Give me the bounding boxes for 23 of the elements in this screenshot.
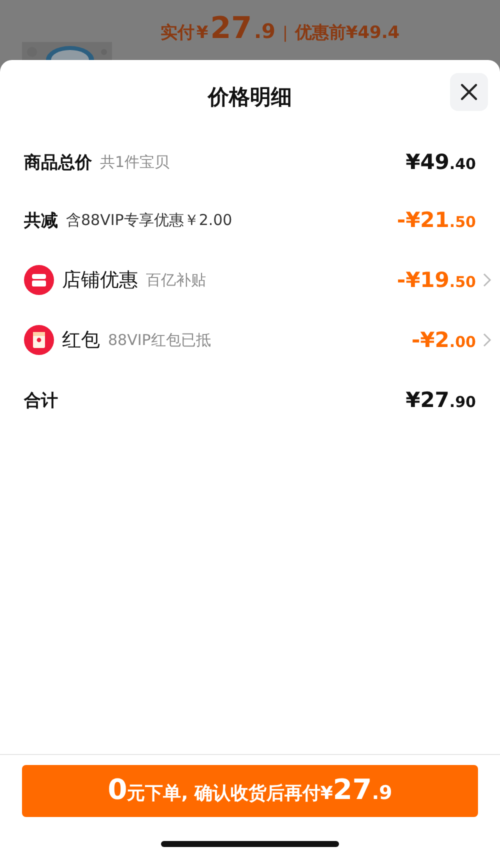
amount: -¥19.50 bbox=[396, 268, 476, 292]
row-note: 百亿补贴 bbox=[146, 270, 206, 290]
row-label: 红包 bbox=[62, 328, 100, 353]
close-icon bbox=[460, 83, 478, 101]
amount: ¥27.90 bbox=[406, 388, 476, 412]
row-note: 共1件宝贝 bbox=[100, 152, 170, 172]
chevron-icon[interactable] bbox=[482, 333, 492, 347]
envelope-icon bbox=[24, 325, 54, 355]
row-note: 含88VIP专享优惠￥2.00 bbox=[66, 210, 232, 230]
amount: -¥21.50 bbox=[396, 208, 476, 232]
sheet-title: 价格明细 bbox=[208, 84, 292, 111]
close-button[interactable] bbox=[450, 73, 488, 111]
row-label: 商品总价 bbox=[24, 152, 92, 174]
chevron-icon[interactable] bbox=[482, 273, 492, 287]
row-label: 合计 bbox=[24, 390, 58, 412]
row-label: 店铺优惠 bbox=[62, 268, 138, 293]
store-icon bbox=[24, 265, 54, 295]
row-note: 88VIP红包已抵 bbox=[108, 330, 211, 350]
actual-price: 实付¥27.9 | 优惠前¥49.4 bbox=[160, 11, 400, 46]
pay-button[interactable]: 0元下单, 确认收货后再付¥27.9 bbox=[22, 765, 478, 817]
amount: ¥49.40 bbox=[406, 150, 476, 174]
row-label: 共减 bbox=[24, 210, 58, 232]
amount: -¥2.00 bbox=[411, 328, 476, 352]
